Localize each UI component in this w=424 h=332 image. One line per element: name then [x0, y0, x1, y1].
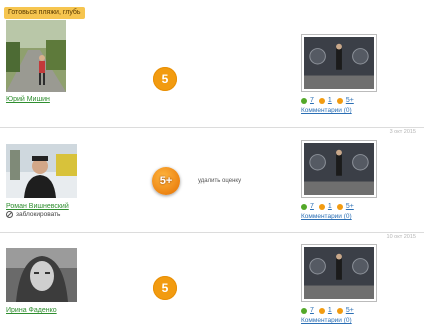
stat-top-grade[interactable]: 5+ — [346, 203, 354, 210]
stat-top-grade[interactable]: 5+ — [346, 97, 354, 104]
block-user-label: заблокировать — [16, 211, 61, 218]
user-name-link[interactable]: Роман Вишневский — [6, 203, 69, 210]
rated-photo-thumbnail[interactable] — [301, 140, 377, 198]
top-grade-icon — [336, 97, 343, 104]
stat-orange-count[interactable]: 1 — [328, 307, 332, 314]
user-name-link[interactable]: Ирина Фаденко — [6, 307, 57, 314]
photo-stats: 7 1 5+ — [301, 97, 356, 104]
comments-link[interactable]: Комментарии (0) — [301, 107, 352, 114]
block-user-link[interactable]: заблокировать — [6, 211, 60, 218]
grade-badge: 5 — [153, 276, 177, 300]
user-avatar-photo[interactable] — [6, 20, 66, 92]
top-grade-icon — [336, 203, 343, 210]
entry-date: 10 окт 2015 — [386, 234, 416, 240]
block-icon — [6, 211, 13, 218]
comments-link[interactable]: Комментарии (0) — [301, 213, 352, 220]
green-dot-icon — [301, 203, 307, 210]
stat-orange-count[interactable]: 1 — [328, 203, 332, 210]
grade-value: 5 — [161, 281, 169, 295]
stat-green-count[interactable]: 7 — [310, 203, 314, 210]
entry-date: 3 окт 2015 — [389, 129, 416, 135]
user-avatar-photo[interactable] — [6, 248, 77, 302]
row-divider — [0, 127, 424, 128]
rated-photo-thumbnail[interactable] — [301, 244, 377, 302]
orange-dot-icon — [318, 97, 325, 104]
grade-badge: 5+ — [152, 167, 180, 195]
rated-photo-thumbnail[interactable] — [301, 34, 377, 92]
grade-value: 5+ — [159, 175, 173, 187]
row-divider — [0, 232, 424, 233]
stat-orange-count[interactable]: 1 — [328, 97, 332, 104]
stat-top-grade[interactable]: 5+ — [346, 307, 354, 314]
photo-stats: 7 1 5+ — [301, 203, 356, 210]
stat-green-count[interactable]: 7 — [310, 97, 314, 104]
grade-badge: 5 — [153, 67, 177, 91]
grade-value: 5 — [161, 72, 169, 86]
photo-caption-tooltip: Готовься пляжи, глубь — [4, 7, 85, 19]
user-name-link[interactable]: Юрий Мишин — [6, 96, 50, 103]
delete-grade-link[interactable]: удалить оценку — [198, 178, 241, 184]
stat-green-count[interactable]: 7 — [310, 307, 314, 314]
user-avatar-photo[interactable] — [6, 144, 77, 198]
orange-dot-icon — [318, 203, 325, 210]
comments-link[interactable]: Комментарии (0) — [301, 317, 352, 324]
green-dot-icon — [301, 97, 307, 104]
top-grade-icon — [336, 307, 343, 314]
green-dot-icon — [301, 307, 307, 314]
orange-dot-icon — [318, 307, 325, 314]
photo-stats: 7 1 5+ — [301, 307, 356, 314]
